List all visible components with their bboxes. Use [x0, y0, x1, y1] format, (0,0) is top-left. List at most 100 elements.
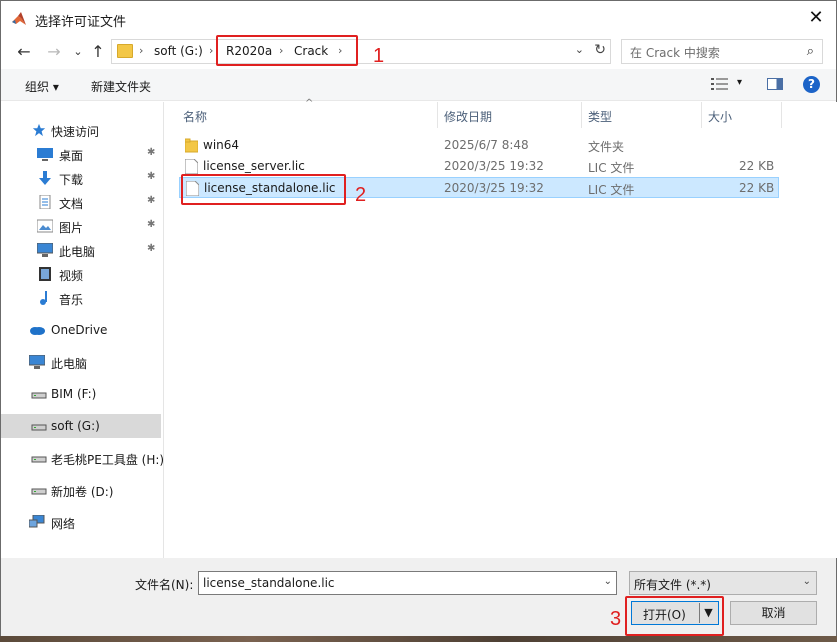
- sidebar-item-drive-f[interactable]: BIM (F:): [1, 382, 161, 406]
- pin-icon[interactable]: ✱: [147, 195, 155, 206]
- sidebar-item-videos[interactable]: 视频: [1, 262, 161, 286]
- sidebar-item-label: 文档: [59, 197, 84, 211]
- picture-icon: [37, 219, 53, 233]
- filename-value: license_standalone.lic: [203, 576, 335, 590]
- pin-icon[interactable]: ✱: [147, 243, 155, 254]
- view-dropdown-icon[interactable]: ▾: [737, 77, 742, 88]
- annotation-number-3: 3: [610, 608, 622, 630]
- chevron-down-icon[interactable]: ⌄: [604, 576, 612, 587]
- sidebar-item-quick-access[interactable]: 快速访问: [1, 118, 161, 142]
- file-open-dialog: 选择许可证文件 ✕ ← → ⌄ ↑ › soft (G:) › R2020a ›…: [0, 0, 837, 636]
- drive-icon: [31, 424, 47, 431]
- sidebar-item-label: 老毛桃PE工具盘 (H:): [51, 453, 165, 467]
- music-icon: [40, 291, 47, 305]
- sidebar-item-label: 新加卷 (D:): [51, 485, 114, 499]
- sidebar-item-documents[interactable]: 文档 ✱: [1, 190, 161, 214]
- column-header-name[interactable]: 名称: [183, 108, 207, 125]
- view-options-icon[interactable]: [711, 77, 729, 91]
- cancel-button[interactable]: 取消: [730, 601, 817, 625]
- preview-pane-icon[interactable]: [767, 78, 783, 90]
- breadcrumb-drive[interactable]: soft (G:): [154, 44, 203, 58]
- sidebar-item-drive-g[interactable]: soft (G:): [1, 414, 161, 438]
- sidebar-item-label: soft (G:): [51, 419, 100, 433]
- sidebar-item-this-pc[interactable]: 此电脑: [1, 350, 161, 374]
- sidebar-item-label: 桌面: [59, 149, 84, 163]
- file-row-win64[interactable]: win64 2025/6/7 8:48 文件夹: [179, 135, 779, 156]
- sidebar-item-network[interactable]: 网络: [1, 510, 161, 534]
- file-modified: 2025/6/7 8:48: [444, 138, 529, 152]
- command-toolbar: 组织 ▾ 新建文件夹 ▾ ?: [1, 69, 836, 101]
- download-icon: [39, 171, 51, 185]
- file-modified: 2020/3/25 19:32: [444, 159, 544, 173]
- column-divider[interactable]: [581, 102, 582, 128]
- up-folder-button[interactable]: ↑: [87, 41, 109, 63]
- file-type: LIC 文件: [588, 161, 635, 175]
- sidebar-item-music[interactable]: 音乐: [1, 286, 161, 310]
- annotation-number-1: 1: [373, 45, 385, 67]
- recent-locations-dropdown[interactable]: ⌄: [67, 41, 89, 63]
- file-name: win64: [203, 138, 240, 152]
- sidebar-item-desktop[interactable]: 桌面 ✱: [1, 142, 161, 166]
- file-name: license_server.lic: [203, 159, 305, 173]
- sidebar-item-label: 音乐: [59, 293, 84, 307]
- pin-icon[interactable]: ✱: [147, 219, 155, 230]
- cloud-icon: [30, 327, 45, 335]
- help-icon[interactable]: ?: [803, 76, 820, 93]
- annotation-box-3: [625, 596, 724, 636]
- file-size: 22 KB: [739, 181, 775, 195]
- file-icon: [185, 159, 198, 174]
- filename-label: 文件名(N):: [135, 578, 194, 592]
- sidebar-item-drive-d[interactable]: 新加卷 (D:): [1, 478, 161, 502]
- forward-button[interactable]: →: [43, 41, 65, 63]
- column-header-type[interactable]: 类型: [588, 108, 612, 125]
- sidebar-item-this-pc-quick[interactable]: 此电脑 ✱: [1, 238, 161, 262]
- sidebar-item-label: 此电脑: [59, 245, 96, 259]
- search-placeholder: 在 Crack 中搜索: [630, 46, 720, 60]
- folder-icon: [117, 44, 133, 58]
- filename-field[interactable]: license_standalone.lic ⌄: [198, 571, 617, 595]
- sidebar-item-label: 视频: [59, 269, 84, 283]
- address-dropdown-icon[interactable]: ⌄: [575, 43, 584, 56]
- file-type: 文件夹: [588, 140, 625, 154]
- address-bar[interactable]: › soft (G:) › R2020a › Crack › ⌄ ↻: [111, 39, 611, 64]
- back-button[interactable]: ←: [13, 41, 35, 63]
- file-type-filter-value: 所有文件 (*.*): [634, 578, 711, 592]
- sidebar-item-onedrive[interactable]: OneDrive: [1, 318, 161, 342]
- computer-icon: [37, 243, 53, 257]
- column-header-modified[interactable]: 修改日期: [444, 108, 492, 125]
- column-divider[interactable]: [781, 102, 782, 128]
- matlab-logo-icon: [12, 12, 26, 25]
- sidebar-item-label: OneDrive: [51, 323, 108, 337]
- column-divider[interactable]: [701, 102, 702, 128]
- close-button[interactable]: ✕: [804, 7, 828, 31]
- chevron-down-icon[interactable]: ⌄: [803, 576, 811, 587]
- new-folder-button[interactable]: 新建文件夹: [91, 78, 151, 95]
- sidebar-item-drive-h[interactable]: 老毛桃PE工具盘 (H:): [1, 446, 165, 470]
- search-input[interactable]: 在 Crack 中搜索 ⌕: [621, 39, 823, 64]
- drive-icon: [31, 392, 47, 399]
- window-title: 选择许可证文件: [35, 15, 127, 30]
- file-type: LIC 文件: [588, 183, 635, 197]
- column-divider[interactable]: [437, 102, 438, 128]
- network-icon: [29, 515, 45, 528]
- organize-menu[interactable]: 组织 ▾: [25, 78, 59, 95]
- file-type-filter-select[interactable]: 所有文件 (*.*) ⌄: [629, 571, 817, 595]
- annotation-number-2: 2: [355, 184, 367, 206]
- refresh-icon[interactable]: ↻: [594, 42, 606, 58]
- sidebar-item-label: 网络: [51, 517, 76, 531]
- sidebar-item-downloads[interactable]: 下载 ✱: [1, 166, 161, 190]
- annotation-box-2: [181, 174, 346, 205]
- file-size: 22 KB: [739, 159, 775, 173]
- sidebar-item-label: 快速访问: [51, 125, 100, 139]
- search-icon[interactable]: ⌕: [807, 44, 814, 59]
- pin-icon[interactable]: ✱: [147, 171, 155, 182]
- navigation-pane: 快速访问 桌面 ✱ 下载 ✱ 文档 ✱ 图片 ✱ 此电脑 ✱ 视频 音乐 One…: [1, 102, 164, 558]
- breadcrumb-separator: ›: [139, 44, 144, 57]
- desktop-icon: [37, 148, 53, 161]
- folder-icon: [185, 138, 198, 153]
- sidebar-item-label: 此电脑: [51, 357, 88, 371]
- column-header-size[interactable]: 大小: [708, 108, 732, 125]
- drive-icon: [31, 488, 47, 495]
- sidebar-item-pictures[interactable]: 图片 ✱: [1, 214, 161, 238]
- pin-icon[interactable]: ✱: [147, 147, 155, 158]
